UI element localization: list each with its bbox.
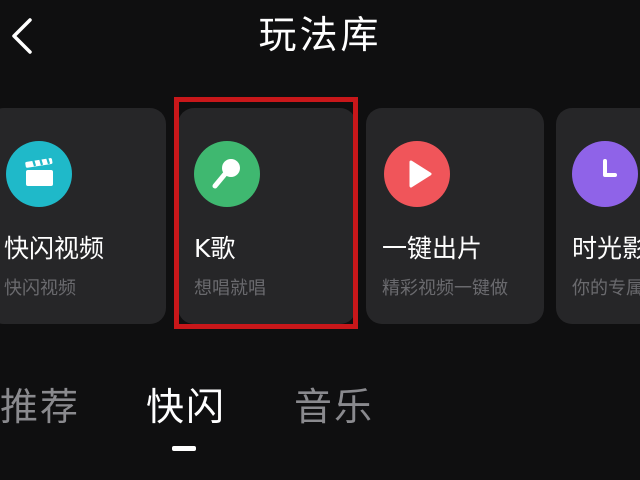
card-subtitle: 你的专属 [572, 278, 640, 299]
tab-indicator [172, 446, 196, 451]
card-flash-video[interactable]: 快闪视频 快闪视频 [0, 108, 166, 324]
card-time-shadow[interactable]: 时光影 你的专属 [556, 108, 640, 324]
clapperboard-icon [6, 141, 72, 207]
card-title: 时光影 [572, 234, 640, 263]
tab-flash[interactable]: 快闪 [146, 382, 226, 432]
tab-music[interactable]: 音乐 [294, 382, 374, 432]
card-subtitle: 精彩视频一键做 [382, 278, 508, 299]
page-title: 玩法库 [258, 13, 382, 57]
card-subtitle: 想唱就唱 [194, 278, 266, 299]
card-title: 快闪视频 [4, 234, 105, 263]
microphone-icon [194, 141, 260, 207]
category-tabs: 推荐 快闪 音乐 [0, 376, 640, 476]
card-title: K歌 [194, 234, 236, 263]
card-karaoke[interactable]: K歌 想唱就唱 [178, 108, 356, 324]
header: 玩法库 [0, 0, 640, 80]
feature-card-list: 快闪视频 快闪视频 K歌 想唱就唱 一键出片 精彩视频一键做 时光影 你的专属 [0, 104, 640, 328]
tab-recommended[interactable]: 推荐 [0, 382, 80, 432]
card-subtitle: 快闪视频 [4, 278, 76, 299]
card-title: 一键出片 [382, 234, 483, 263]
play-icon [384, 141, 450, 207]
clock-icon [572, 141, 638, 207]
card-one-click-video[interactable]: 一键出片 精彩视频一键做 [366, 108, 544, 324]
